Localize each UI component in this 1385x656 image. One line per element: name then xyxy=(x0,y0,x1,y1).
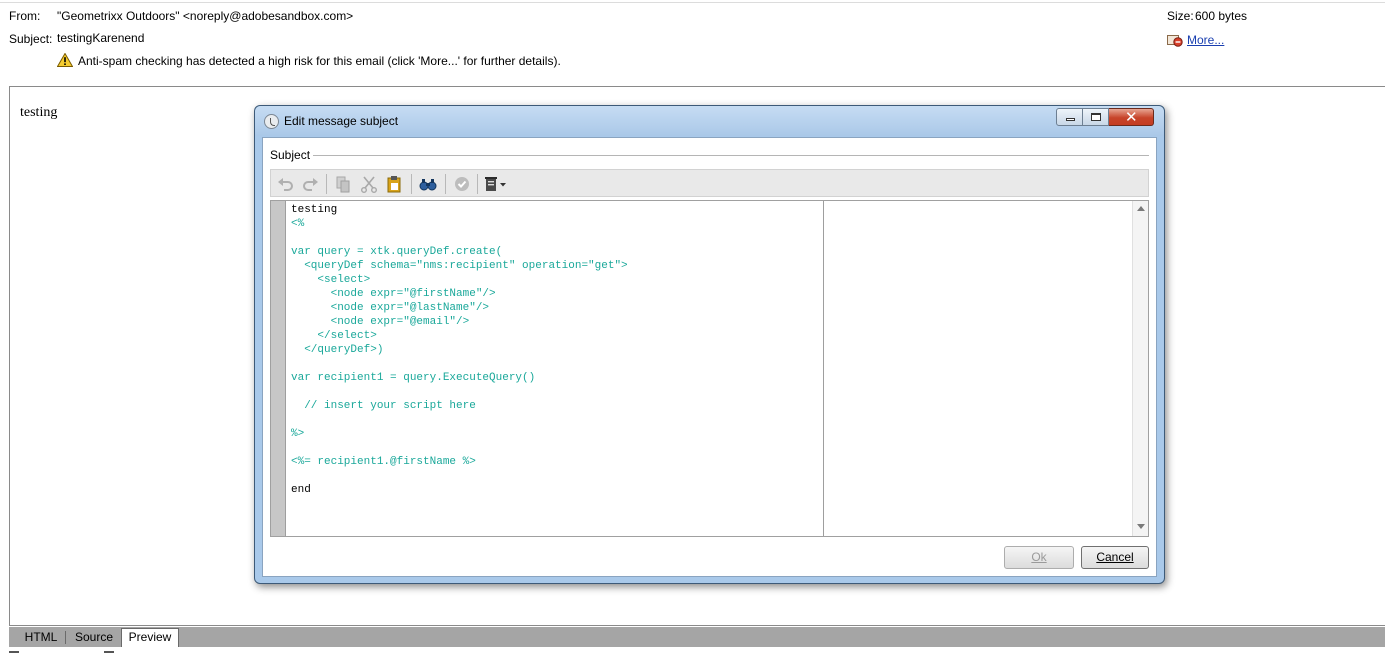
code-line: <node expr="@lastName"/> xyxy=(291,302,490,314)
close-button[interactable]: ✕ xyxy=(1109,108,1154,126)
preview-body-text: testing xyxy=(20,105,58,120)
dialog-titlebar[interactable]: Edit message subject ✕ xyxy=(255,106,1164,136)
copy-icon[interactable] xyxy=(333,174,353,194)
toolbar-separator xyxy=(477,174,478,194)
more-link[interactable]: More... xyxy=(1187,33,1224,47)
app-logo-icon xyxy=(264,114,279,129)
code-line: %> xyxy=(291,428,305,440)
spam-warning-text: Anti-spam checking has detected a high r… xyxy=(78,54,561,68)
code-editor[interactable]: testing <% var query = xtk.queryDef.creat… xyxy=(270,200,1149,537)
editor-splitter[interactable] xyxy=(823,201,824,536)
toolbar-separator xyxy=(411,174,412,194)
code-line: <select> xyxy=(291,274,371,286)
validate-icon[interactable] xyxy=(452,174,472,194)
maximize-button[interactable] xyxy=(1083,108,1109,126)
subject-code-text[interactable]: testing <% var query = xtk.queryDef.creat… xyxy=(291,203,628,497)
cut-icon[interactable] xyxy=(359,174,379,194)
view-tab-bar xyxy=(9,627,1385,647)
paste-icon[interactable] xyxy=(384,174,404,194)
size-value: 600 bytes xyxy=(1195,9,1248,23)
scroll-down-icon[interactable] xyxy=(1137,524,1145,529)
tab-source[interactable]: Source xyxy=(67,629,122,647)
status-marker xyxy=(104,651,114,653)
from-label: From: xyxy=(9,9,41,23)
find-icon[interactable] xyxy=(418,174,438,194)
size-label: Size: xyxy=(1167,9,1194,23)
status-marker xyxy=(9,651,19,653)
editor-gutter xyxy=(271,201,285,536)
editor-scrollbar[interactable] xyxy=(1132,201,1148,536)
code-line: <node expr="@firstName"/> xyxy=(291,288,496,300)
dialog-content: Subject testing <% var query = xtk.query… xyxy=(262,137,1157,577)
tab-html[interactable]: HTML xyxy=(17,629,66,647)
maximize-icon xyxy=(1091,113,1101,121)
close-icon: ✕ xyxy=(1125,108,1138,126)
minimize-icon xyxy=(1066,118,1075,121)
code-line: // insert your script here xyxy=(291,400,476,412)
warning-icon xyxy=(57,53,73,67)
ok-button[interactable]: Ok xyxy=(1004,546,1074,569)
gutter-border xyxy=(285,201,286,536)
code-line: <%= recipient1.@firstName %> xyxy=(291,456,476,468)
code-line: var query = xtk.queryDef.create( xyxy=(291,246,503,258)
cancel-label: Cancel xyxy=(1096,550,1134,564)
from-value: "Geometrixx Outdoors" <noreply@adobesand… xyxy=(57,9,354,23)
code-line: <% xyxy=(291,218,305,230)
subject-label: Subject: xyxy=(9,32,53,46)
cancel-button[interactable]: Cancel xyxy=(1081,546,1149,569)
ok-label: Ok xyxy=(1031,550,1047,564)
code-line: <node expr="@email"/> xyxy=(291,316,470,328)
editor-toolbar xyxy=(270,169,1149,197)
code-line: testing xyxy=(291,204,338,216)
insert-menu-icon[interactable] xyxy=(483,174,509,194)
subject-section-label: Subject xyxy=(270,148,311,162)
toolbar-separator xyxy=(445,174,446,194)
code-line: end xyxy=(291,484,311,496)
tab-preview[interactable]: Preview xyxy=(121,628,179,647)
section-divider xyxy=(313,155,1149,156)
header-top-border xyxy=(0,2,1385,3)
subject-value: testingKarenend xyxy=(57,31,145,45)
edit-subject-dialog: Edit message subject ✕ Subject testing <… xyxy=(254,105,1165,584)
toolbar-separator xyxy=(326,174,327,194)
code-line: var recipient1 = query.ExecuteQuery() xyxy=(291,372,536,384)
scroll-up-icon[interactable] xyxy=(1137,206,1145,211)
code-line: <queryDef schema="nms:recipient" operati… xyxy=(291,260,628,272)
minimize-button[interactable] xyxy=(1056,108,1083,126)
code-line: </select> xyxy=(291,330,377,342)
redo-icon[interactable] xyxy=(300,174,320,194)
dialog-title: Edit message subject xyxy=(284,114,399,128)
undo-icon[interactable] xyxy=(276,174,296,194)
spam-details-icon xyxy=(1167,35,1183,47)
code-line: </queryDef>) xyxy=(291,344,384,356)
